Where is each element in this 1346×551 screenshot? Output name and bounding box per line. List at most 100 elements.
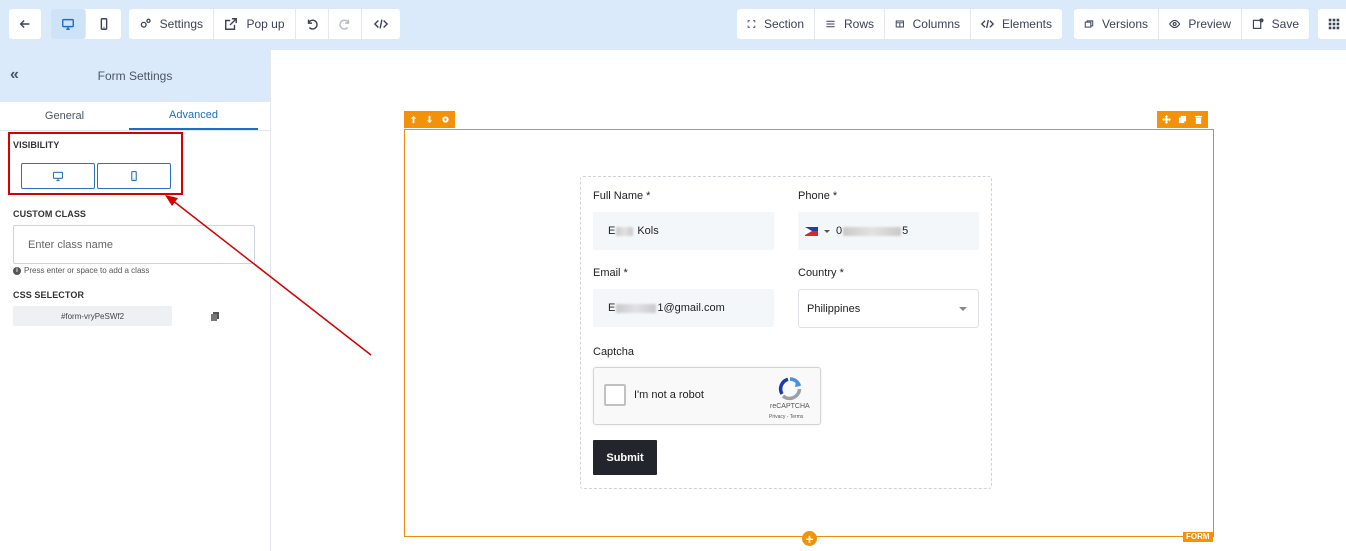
popup-label: Pop up [246, 17, 285, 31]
collapse-panel-icon[interactable]: « [10, 66, 19, 84]
arrow-up-icon[interactable] [409, 115, 418, 124]
expand-icon [747, 20, 756, 28]
email-label: Email * [593, 267, 628, 279]
apps-group [1318, 9, 1346, 39]
back-button[interactable] [9, 9, 41, 39]
elements-label: Elements [1001, 17, 1052, 31]
css-selector-value: #form-vryPeSWf2 [13, 306, 172, 326]
apps-button[interactable] [1318, 9, 1346, 39]
desktop-icon [62, 18, 74, 30]
columns-label: Columns [912, 17, 960, 31]
desktop-view-button[interactable] [51, 9, 86, 39]
move-icon[interactable] [1162, 115, 1171, 124]
section-label: Section [763, 17, 804, 31]
custom-class-input[interactable]: Enter class name [13, 225, 255, 264]
section-button[interactable]: Section [737, 9, 815, 39]
chevron-down-icon [824, 229, 830, 233]
phone-prefix: 0 [836, 225, 843, 237]
submit-button[interactable]: Submit [593, 440, 657, 475]
email-input[interactable]: E 1@gmail.com [593, 289, 774, 327]
visibility-label: VISIBILITY [13, 140, 60, 150]
country-label: Country * [798, 267, 844, 279]
redacted-text [843, 226, 902, 236]
panel-tabs: General Advanced [0, 102, 270, 131]
philippines-flag-icon[interactable] [805, 226, 818, 236]
recaptcha-widget: I'm not a robot reCAPTCHA Privacy - Term… [593, 367, 821, 425]
custom-class-hint-text: Press enter or space to add a class [24, 266, 150, 275]
preview-button[interactable]: Preview [1159, 9, 1242, 39]
duplicate-icon[interactable] [1178, 115, 1187, 124]
desktop-icon [52, 171, 64, 182]
settings-button[interactable]: Settings [129, 9, 214, 39]
recaptcha-logo-icon [778, 377, 802, 401]
external-edit-icon [225, 18, 238, 30]
columns-icon [895, 20, 904, 28]
back-group [9, 9, 41, 39]
settings-label: Settings [159, 17, 203, 31]
redo-button[interactable] [329, 9, 362, 39]
code-icon [374, 19, 388, 29]
recaptcha-text: I'm not a robot [634, 389, 704, 401]
redacted-text [616, 303, 657, 313]
add-element-button[interactable]: + [802, 531, 817, 546]
country-value: Philippines [807, 302, 861, 315]
versions-button[interactable]: Versions [1074, 9, 1159, 39]
recaptcha-links[interactable]: Privacy - Terms [769, 414, 803, 420]
custom-class-label: CUSTOM CLASS [13, 209, 87, 219]
phone-label: Phone * [798, 190, 838, 202]
mobile-icon [131, 170, 137, 182]
info-icon: i [13, 266, 21, 275]
copy-icon[interactable] [211, 312, 219, 321]
rows-icon [826, 20, 835, 28]
preview-label: Preview [1188, 17, 1231, 31]
code-button[interactable] [362, 9, 400, 39]
versions-label: Versions [1101, 17, 1148, 31]
arrow-down-icon[interactable] [425, 115, 434, 124]
save-icon [1252, 18, 1264, 29]
publish-group: Versions Preview Save [1074, 9, 1309, 39]
columns-button[interactable]: Columns [885, 9, 971, 39]
recaptcha-checkbox[interactable] [604, 384, 626, 406]
structure-group: Section Rows Columns Elements [737, 9, 1062, 39]
form-right-toolbar [1157, 111, 1208, 128]
country-select[interactable]: Philippines [798, 289, 979, 328]
mobile-view-button[interactable] [86, 9, 121, 39]
redo-icon [339, 19, 350, 30]
versions-icon [1084, 20, 1094, 28]
undo-icon [307, 19, 318, 30]
popup-button[interactable]: Pop up [214, 9, 296, 39]
full-name-label: Full Name * [593, 190, 651, 202]
tab-advanced[interactable]: Advanced [129, 102, 258, 130]
rows-button[interactable]: Rows [815, 9, 885, 39]
visibility-desktop-button[interactable] [21, 163, 95, 189]
undo-button[interactable] [296, 9, 329, 39]
form-settings-panel: « Form Settings General Advanced [0, 50, 271, 551]
elements-button[interactable]: Elements [971, 9, 1062, 39]
full-name-input[interactable]: E Kols [593, 212, 774, 250]
phone-input[interactable]: 0 5 [798, 212, 979, 250]
recaptcha-brand: reCAPTCHA [770, 403, 810, 410]
top-toolbar: Settings Pop up Section Rows Columns Ele… [0, 0, 1346, 50]
tab-general[interactable]: General [0, 102, 129, 130]
grid-icon [1328, 18, 1340, 30]
chevron-down-icon [959, 307, 967, 311]
gear-icon[interactable] [441, 115, 450, 124]
save-label: Save [1271, 17, 1299, 31]
email-prefix: E [608, 302, 616, 314]
eye-icon [1169, 19, 1181, 29]
panel-header: « Form Settings [0, 50, 270, 102]
custom-class-hint: i Press enter or space to add a class [13, 266, 149, 275]
device-group [51, 9, 121, 39]
css-selector-label: CSS SELECTOR [13, 290, 85, 300]
code-icon [981, 19, 994, 29]
save-button[interactable]: Save [1242, 9, 1309, 39]
trash-icon[interactable] [1194, 115, 1203, 124]
panel-title: Form Settings [97, 69, 173, 83]
form-left-toolbar [404, 111, 455, 128]
phone-suffix: 5 [902, 225, 909, 237]
captcha-label: Captcha [593, 346, 634, 358]
gears-icon [140, 18, 151, 28]
visibility-mobile-button[interactable] [97, 163, 171, 189]
form-badge: FORM [1183, 532, 1213, 542]
rows-label: Rows [843, 17, 874, 31]
